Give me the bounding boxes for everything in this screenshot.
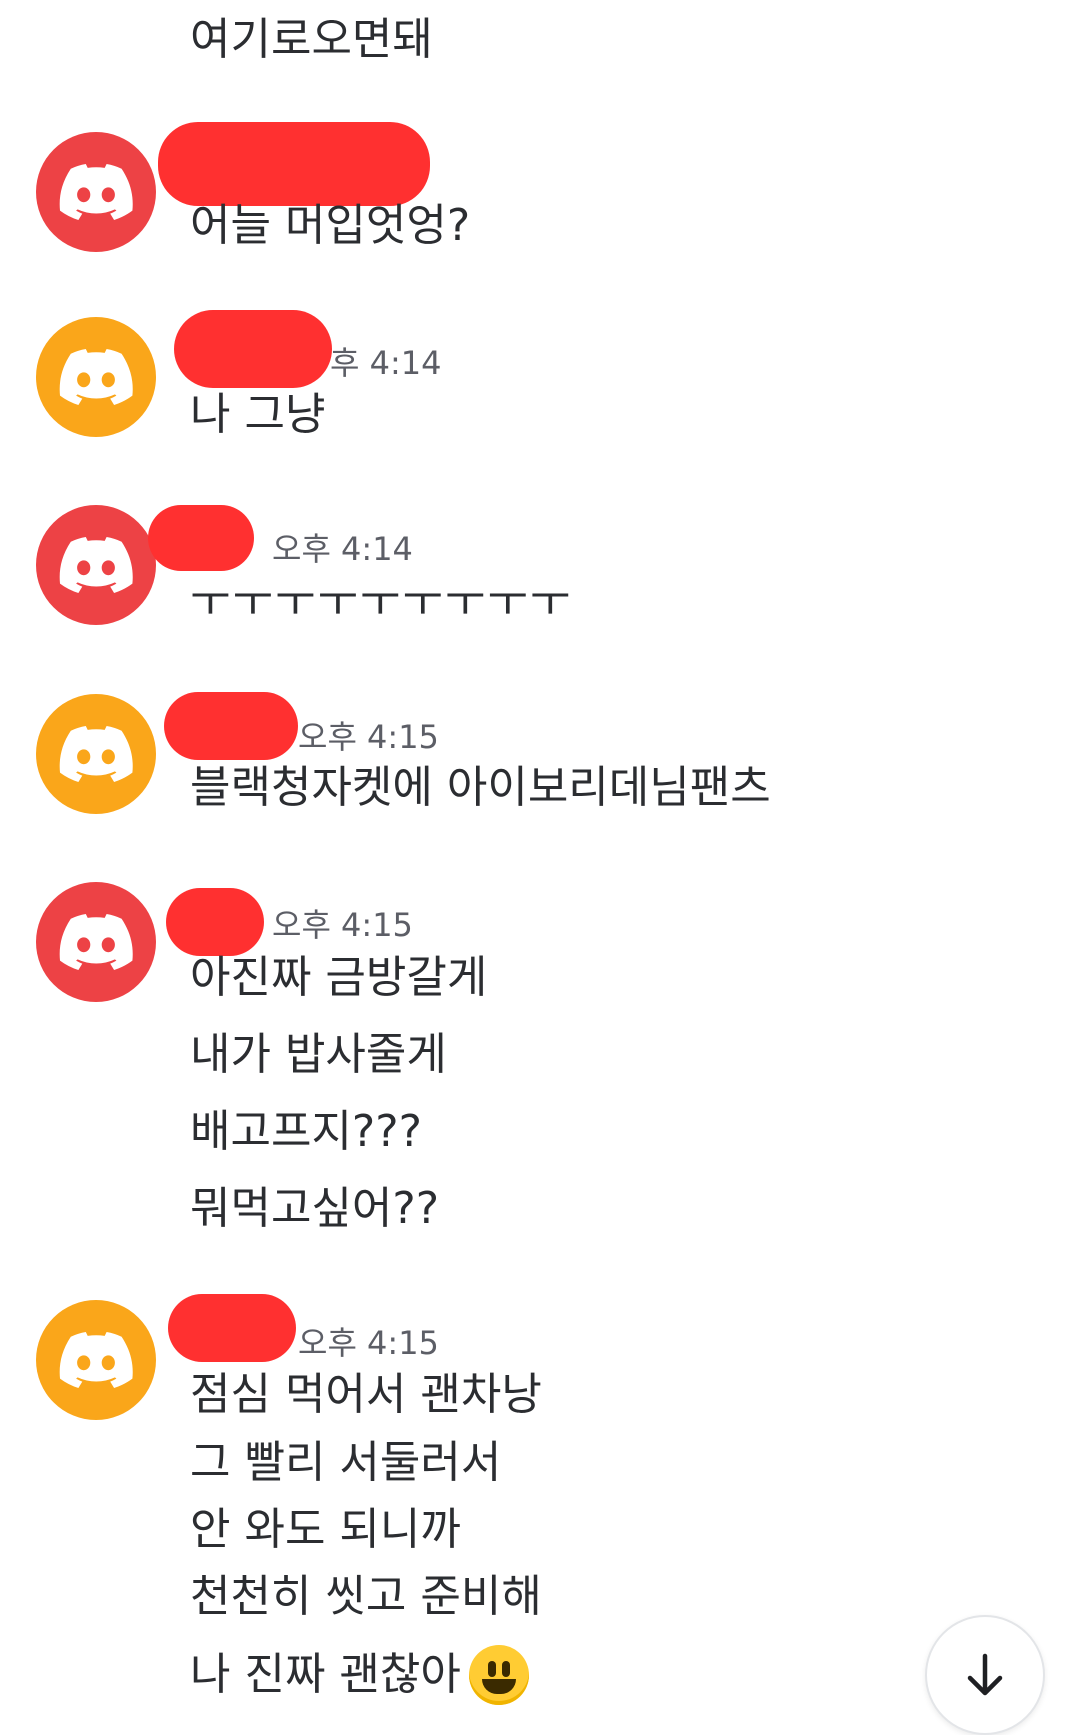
discord-logo-icon: [59, 164, 133, 220]
user-avatar[interactable]: [36, 317, 156, 437]
message-text: 배고프지???: [190, 1106, 422, 1157]
user-avatar[interactable]: [36, 1300, 156, 1420]
chat-message-list: 여기로오면돼 어늘 머입엇엉? 후 4:14 나 그냥 오후 4:14 ㅜㅜㅜㅜ…: [0, 0, 1080, 1735]
user-avatar[interactable]: [36, 132, 156, 252]
message-text: 여기로오면돼: [190, 14, 433, 65]
message-text: 아진짜 금방갈게: [190, 952, 488, 1003]
message-text: 안 와도 되니까: [190, 1504, 461, 1555]
message-text: 내가 밥사줄게: [190, 1029, 447, 1080]
message-timestamp: 오후 4:15: [272, 906, 413, 944]
discord-logo-icon: [59, 726, 133, 782]
message-text: 나 진짜 괜찮아: [190, 1649, 461, 1700]
redacted-username: [158, 122, 430, 206]
discord-logo-icon: [59, 537, 133, 593]
message-text: 나 그냥: [190, 389, 326, 440]
arrow-down-icon: [967, 1653, 1003, 1696]
message-timestamp: 오후 4:15: [298, 718, 439, 756]
message-timestamp: 오후 4:15: [298, 1324, 439, 1362]
message-text: 뭐먹고싶어??: [190, 1183, 440, 1234]
discord-logo-icon: [59, 914, 133, 970]
message-line: 나 진짜 괜찮아: [190, 1645, 529, 1705]
user-avatar[interactable]: [36, 505, 156, 625]
redacted-username: [174, 310, 332, 388]
message-text: 천천히 씻고 준비해: [190, 1571, 542, 1622]
redacted-username: [148, 505, 254, 571]
message-text: 블랙청자켓에 아이보리데님팬츠: [190, 762, 771, 813]
discord-logo-icon: [59, 349, 133, 405]
user-avatar[interactable]: [36, 694, 156, 814]
discord-logo-icon: [59, 1332, 133, 1388]
redacted-username: [164, 692, 298, 760]
message-text: 그 빨리 서둘러서: [190, 1437, 502, 1488]
redacted-username: [168, 1294, 296, 1362]
message-text: ㅜㅜㅜㅜㅜㅜㅜㅜㅜ: [190, 576, 573, 627]
message-text: 어늘 머입엇엉?: [190, 200, 471, 251]
message-timestamp: 후 4:14: [330, 344, 442, 382]
message-text: 점심 먹어서 괜차낭: [190, 1369, 542, 1420]
scroll-to-bottom-button[interactable]: [925, 1615, 1045, 1735]
smiley-emoji-icon: [468, 1645, 529, 1705]
user-avatar[interactable]: [36, 882, 156, 1002]
message-timestamp: 오후 4:14: [272, 530, 413, 568]
redacted-username: [166, 888, 264, 956]
